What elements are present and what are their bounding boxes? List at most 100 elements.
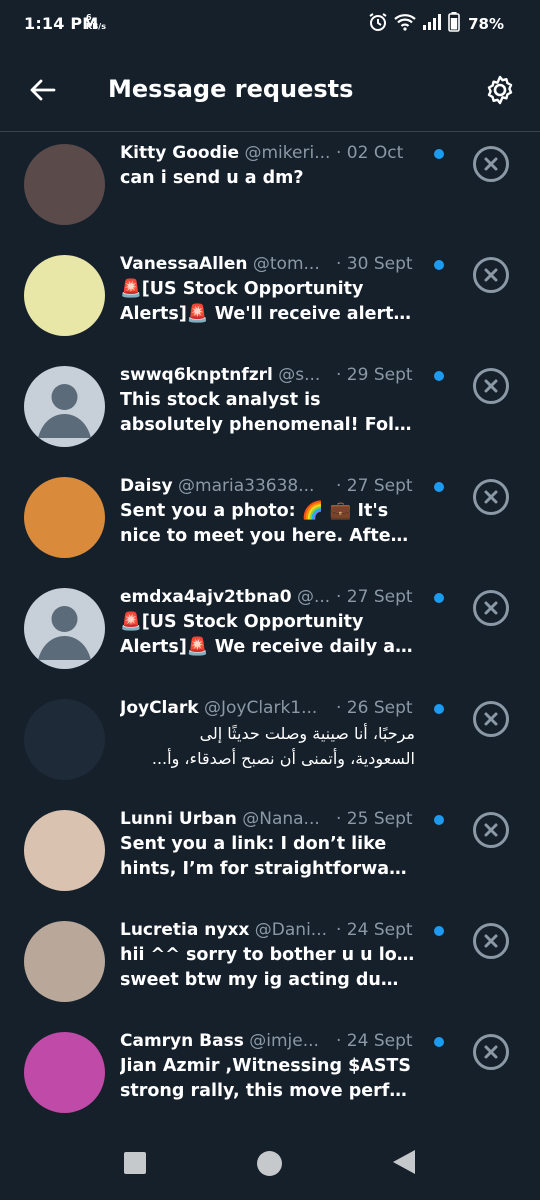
avatar[interactable] <box>24 1032 105 1113</box>
message-preview-line: Alerts]🚨 We'll receive alerts ... <box>120 304 415 324</box>
message-date: · 24 Sept <box>336 1031 413 1051</box>
sender-handle: @Nana... <box>242 809 320 829</box>
page-title: Message requests <box>108 75 354 103</box>
message-preview-line: strong rally, this move perfec... <box>120 1081 415 1101</box>
system-back-button[interactable] <box>393 1150 415 1174</box>
message-preview-line: 🚨[US Stock Opportunity <box>120 612 364 632</box>
battery-icon <box>448 12 460 36</box>
message-request-row[interactable]: emdxa4ajv2tbna0 @... · 27 Sept 🚨[US Stock … <box>0 576 540 687</box>
unread-indicator <box>434 482 444 492</box>
message-request-row[interactable]: Camryn Bass @imje... · 24 Sept Jian Azmir … <box>0 1020 540 1131</box>
sender-name: Lucretia nyxx <box>120 920 250 940</box>
message-preview-line: hints, I’m for straightforward... <box>120 859 415 879</box>
message-request-row[interactable]: Lucretia nyxx @Dani... · 24 Sept hii ^^ so… <box>0 909 540 1020</box>
unread-indicator <box>434 593 444 603</box>
message-preview: hii ^^ sorry to bother u u look sweet btw… <box>120 943 415 993</box>
message-preview-line: This stock analyst is <box>120 390 321 410</box>
status-icons: 78% <box>368 12 504 36</box>
avatar[interactable] <box>24 477 105 558</box>
settings-button[interactable] <box>480 70 520 110</box>
unread-indicator <box>434 1037 444 1047</box>
message-date: · 27 Sept <box>336 476 413 496</box>
network-speed-value: 6 <box>86 13 92 22</box>
recents-button[interactable] <box>124 1152 146 1174</box>
sender-handle: @mikeri... <box>244 143 331 163</box>
unread-indicator <box>434 149 444 159</box>
message-request-row[interactable]: swwq6knptnfzrl @s... · 29 Sept This stock … <box>0 354 540 465</box>
back-button[interactable] <box>22 70 62 110</box>
message-request-row[interactable]: Daisy @maria33638... · 27 Sept Sent you a … <box>0 465 540 576</box>
message-preview: Jian Azmir ,Witnessing $ASTS strong rally… <box>120 1054 415 1104</box>
close-icon <box>484 934 498 948</box>
message-date: · 24 Sept <box>336 920 413 940</box>
message-preview-line: can i send u a dm? <box>120 168 304 188</box>
system-nav-bar <box>0 1130 540 1200</box>
sender-name: Lunni Urban <box>120 809 237 829</box>
sender-name: swwq6knptnfzrl <box>120 365 273 385</box>
message-preview-line: Alerts]🚨 We receive daily ale... <box>120 637 415 657</box>
unread-indicator <box>434 704 444 714</box>
avatar[interactable] <box>24 255 105 336</box>
network-speed-unit: KB/s <box>86 22 106 31</box>
dismiss-request-button[interactable] <box>473 701 509 737</box>
message-preview-line: 🚨[US Stock Opportunity <box>120 279 364 299</box>
message-request-row[interactable]: VanessaAllen @tom... · 30 Sept 🚨[US Stock … <box>0 243 540 354</box>
avatar[interactable] <box>24 144 105 225</box>
dismiss-request-button[interactable] <box>473 812 509 848</box>
sender-handle: @... <box>297 587 331 607</box>
message-preview: 🚨[US Stock Opportunity Alerts]🚨 We receiv… <box>120 610 415 660</box>
dismiss-request-button[interactable] <box>473 1034 509 1070</box>
sender-handle: @s... <box>278 365 321 385</box>
message-preview-line: sweet btw my ig acting dumb ... <box>120 970 415 990</box>
message-request-row[interactable]: JoyClark @JoyClark1... · 26 Sept مرحبًا، أ… <box>0 687 540 798</box>
avatar[interactable] <box>24 366 105 447</box>
dismiss-request-button[interactable] <box>473 257 509 293</box>
wifi-icon <box>394 13 416 35</box>
avatar[interactable] <box>24 921 105 1002</box>
message-preview: 🚨[US Stock Opportunity Alerts]🚨 We'll rec… <box>120 277 415 327</box>
message-preview-line: Sent you a link: I don’t like <box>120 834 387 854</box>
home-button[interactable] <box>257 1151 282 1176</box>
sender-handle: @maria33638... <box>178 476 315 496</box>
dismiss-request-button[interactable] <box>473 146 509 182</box>
message-request-row[interactable]: Kitty Goodie @mikeri... · 02 Oct can i sen… <box>0 132 540 243</box>
close-icon <box>484 157 498 171</box>
message-date: · 25 Sept <box>336 809 413 829</box>
message-preview: Sent you a link: I don’t like hints, I’m … <box>120 832 415 882</box>
avatar[interactable] <box>24 588 105 669</box>
close-icon <box>484 1045 498 1059</box>
sender-name: Daisy <box>120 476 173 496</box>
arrow-left-icon <box>30 79 56 101</box>
message-preview-line: nice to meet you here. After l... <box>120 526 415 546</box>
default-profile-icon <box>38 384 91 438</box>
message-date: · 29 Sept <box>336 365 413 385</box>
unread-indicator <box>434 815 444 825</box>
message-preview-line: مرحبًا، أنا صينية وصلت حديثًا إلى <box>199 724 415 743</box>
message-date: · 26 Sept <box>336 698 413 718</box>
sender-name: JoyClark <box>120 698 199 718</box>
top-app-bar: Message requests <box>0 50 540 132</box>
message-preview-line: hii ^^ sorry to bother u u look <box>120 945 415 965</box>
dismiss-request-button[interactable] <box>473 923 509 959</box>
sender-handle: @tom... <box>252 254 320 274</box>
message-preview: مرحبًا، أنا صينية وصلت حديثًا إلى السعودي… <box>120 721 415 771</box>
avatar[interactable] <box>24 699 105 780</box>
dismiss-request-button[interactable] <box>473 590 509 626</box>
default-profile-icon <box>38 606 91 660</box>
close-icon <box>484 268 498 282</box>
message-preview-line: السعودية، وأتمنى أن نصبح أصدقاء، وأ... <box>151 749 415 768</box>
close-icon <box>484 601 498 615</box>
sender-handle: @imje... <box>249 1031 319 1051</box>
dismiss-request-button[interactable] <box>473 368 509 404</box>
avatar[interactable] <box>24 810 105 891</box>
message-preview-line: Jian Azmir ,Witnessing $ASTS <box>120 1056 411 1076</box>
message-date: · 30 Sept <box>336 254 413 274</box>
close-icon <box>484 823 498 837</box>
message-request-list: Kitty Goodie @mikeri... · 02 Oct can i sen… <box>0 132 540 1131</box>
message-preview: Sent you a photo: 🌈 💼 It's nice to meet y… <box>120 499 415 549</box>
gear-icon <box>487 75 513 105</box>
dismiss-request-button[interactable] <box>473 479 509 515</box>
message-date: · 27 Sept <box>336 587 413 607</box>
message-request-row[interactable]: Lunni Urban @Nana... · 25 Sept Sent you a … <box>0 798 540 909</box>
message-date: · 02 Oct <box>336 143 404 163</box>
